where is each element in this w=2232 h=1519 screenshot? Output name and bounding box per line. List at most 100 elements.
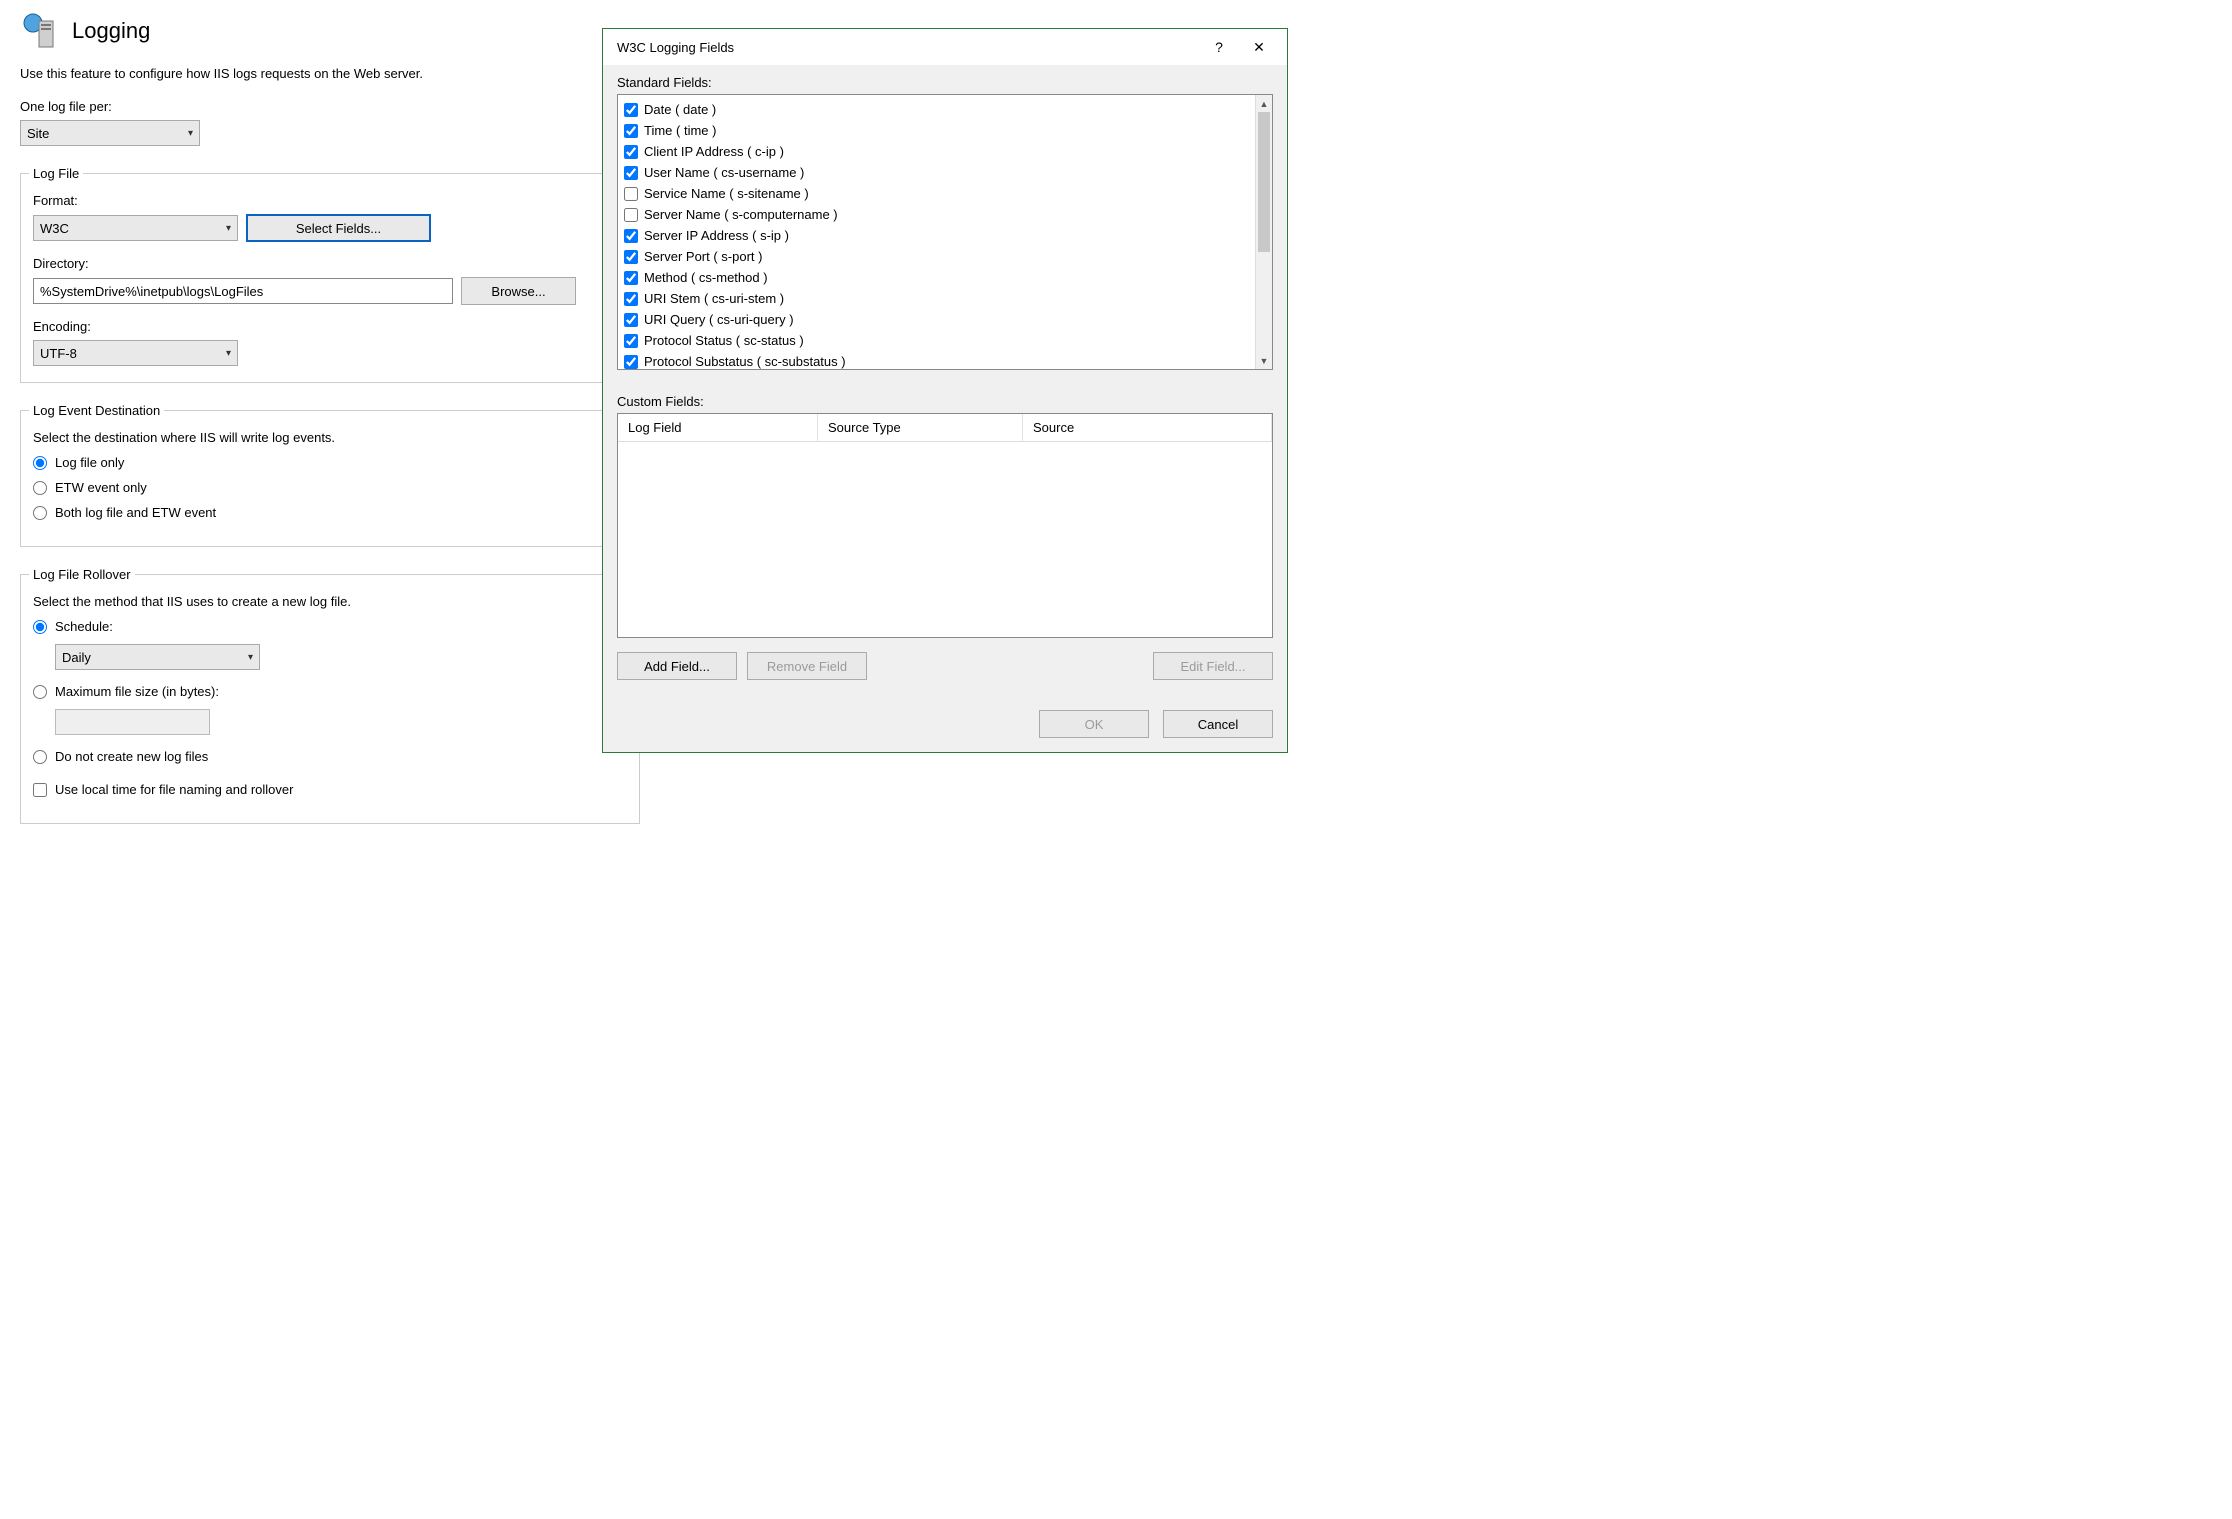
standard-field-label: URI Stem ( cs-uri-stem ): [644, 291, 784, 306]
standard-field-checkbox[interactable]: [624, 229, 638, 243]
format-label: Format:: [33, 193, 627, 208]
scroll-thumb[interactable]: [1258, 112, 1270, 252]
standard-field-checkbox[interactable]: [624, 145, 638, 159]
scroll-up-icon[interactable]: ▲: [1256, 95, 1272, 112]
schedule-value: Daily: [62, 650, 91, 665]
col-log-field[interactable]: Log Field: [618, 414, 818, 441]
select-fields-button[interactable]: Select Fields...: [246, 214, 431, 242]
log-event-destination-group: Log Event Destination Select the destina…: [20, 403, 640, 547]
log-file-legend: Log File: [29, 166, 83, 181]
radio-log-file-only-input[interactable]: [33, 456, 47, 470]
standard-field-item[interactable]: Method ( cs-method ): [624, 267, 1249, 288]
radio-both-input[interactable]: [33, 506, 47, 520]
standard-field-item[interactable]: Server Port ( s-port ): [624, 246, 1249, 267]
encoding-dropdown[interactable]: UTF-8 ▾: [33, 340, 238, 366]
encoding-value: UTF-8: [40, 346, 77, 361]
standard-field-item[interactable]: Server Name ( s-computername ): [624, 204, 1249, 225]
custom-fields-table[interactable]: Log Field Source Type Source: [617, 413, 1273, 638]
standard-field-checkbox[interactable]: [624, 208, 638, 222]
cancel-button[interactable]: Cancel: [1163, 710, 1273, 738]
radio-no-new[interactable]: Do not create new log files: [33, 749, 627, 764]
scroll-down-icon[interactable]: ▼: [1256, 352, 1272, 369]
format-dropdown[interactable]: W3C ▾: [33, 215, 238, 241]
standard-fields-container: Date ( date ) Time ( time )Client IP Addr…: [618, 95, 1255, 369]
log-event-destination-desc: Select the destination where IIS will wr…: [33, 430, 627, 445]
standard-fields-label: Standard Fields:: [617, 75, 1273, 90]
standard-field-item[interactable]: User Name ( cs-username ): [624, 162, 1249, 183]
standard-field-checkbox[interactable]: [624, 355, 638, 369]
format-value: W3C: [40, 221, 69, 236]
checkbox-local-time[interactable]: Use local time for file naming and rollo…: [33, 782, 627, 797]
standard-field-checkbox[interactable]: [624, 103, 638, 117]
logging-icon: [20, 10, 62, 52]
standard-field-checkbox[interactable]: [624, 166, 638, 180]
close-button[interactable]: ✕: [1239, 33, 1279, 61]
standard-field-label: URI Query ( cs-uri-query ): [644, 312, 794, 327]
page-header: Logging: [20, 10, 640, 52]
ok-button[interactable]: OK: [1039, 710, 1149, 738]
standard-field-item[interactable]: Protocol Substatus ( sc-substatus ): [624, 351, 1249, 369]
page-title: Logging: [72, 18, 150, 44]
standard-field-label: User Name ( cs-username ): [644, 165, 804, 180]
one-log-file-per-dropdown[interactable]: Site ▾: [20, 120, 200, 146]
standard-field-item[interactable]: Date ( date ): [624, 99, 1249, 120]
schedule-dropdown[interactable]: Daily ▾: [55, 644, 260, 670]
dialog-titlebar[interactable]: W3C Logging Fields ? ✕: [603, 29, 1287, 65]
page-description: Use this feature to configure how IIS lo…: [20, 66, 640, 81]
chevron-down-icon: ▾: [248, 652, 253, 663]
max-size-input: [55, 709, 210, 735]
standard-field-item[interactable]: Time ( time ): [624, 120, 1249, 141]
directory-input[interactable]: [33, 278, 453, 304]
table-header: Log Field Source Type Source: [618, 414, 1272, 442]
standard-field-checkbox[interactable]: [624, 250, 638, 264]
standard-field-item[interactable]: URI Query ( cs-uri-query ): [624, 309, 1249, 330]
standard-field-label: Server IP Address ( s-ip ): [644, 228, 789, 243]
log-file-rollover-legend: Log File Rollover: [29, 567, 135, 582]
standard-field-label: Date ( date ): [644, 102, 716, 117]
col-source-type[interactable]: Source Type: [818, 414, 1023, 441]
log-file-rollover-desc: Select the method that IIS uses to creat…: [33, 594, 627, 609]
dialog-title: W3C Logging Fields: [617, 40, 1199, 55]
standard-field-label: Server Port ( s-port ): [644, 249, 762, 264]
help-button[interactable]: ?: [1199, 33, 1239, 61]
log-file-group: Log File Format: W3C ▾ Select Fields... …: [20, 166, 640, 383]
standard-field-label: Protocol Substatus ( sc-substatus ): [644, 354, 846, 369]
standard-fields-listbox[interactable]: Date ( date ) Time ( time )Client IP Addr…: [617, 94, 1273, 370]
radio-max-size[interactable]: Maximum file size (in bytes):: [33, 684, 627, 699]
chevron-down-icon: ▾: [226, 223, 231, 234]
remove-field-button: Remove Field: [747, 652, 867, 680]
radio-both[interactable]: Both log file and ETW event: [33, 505, 627, 520]
radio-etw-only[interactable]: ETW event only: [33, 480, 627, 495]
standard-field-item[interactable]: Protocol Status ( sc-status ): [624, 330, 1249, 351]
table-body: [618, 442, 1272, 637]
radio-etw-only-input[interactable]: [33, 481, 47, 495]
radio-no-new-input[interactable]: [33, 750, 47, 764]
chevron-down-icon: ▾: [226, 348, 231, 359]
standard-field-item[interactable]: URI Stem ( cs-uri-stem ): [624, 288, 1249, 309]
standard-field-checkbox[interactable]: [624, 313, 638, 327]
radio-log-file-only[interactable]: Log file only: [33, 455, 627, 470]
add-field-button[interactable]: Add Field...: [617, 652, 737, 680]
custom-fields-label: Custom Fields:: [617, 394, 1273, 409]
standard-field-checkbox[interactable]: [624, 187, 638, 201]
browse-button[interactable]: Browse...: [461, 277, 576, 305]
radio-schedule[interactable]: Schedule:: [33, 619, 627, 634]
log-event-destination-legend: Log Event Destination: [29, 403, 164, 418]
standard-field-checkbox[interactable]: [624, 124, 638, 138]
radio-schedule-input[interactable]: [33, 620, 47, 634]
edit-field-button: Edit Field...: [1153, 652, 1273, 680]
standard-field-checkbox[interactable]: [624, 292, 638, 306]
standard-field-item[interactable]: Server IP Address ( s-ip ): [624, 225, 1249, 246]
standard-field-item[interactable]: Client IP Address ( c-ip ): [624, 141, 1249, 162]
directory-label: Directory:: [33, 256, 627, 271]
radio-max-size-input[interactable]: [33, 685, 47, 699]
checkbox-local-time-input[interactable]: [33, 783, 47, 797]
standard-field-label: Server Name ( s-computername ): [644, 207, 838, 222]
standard-field-checkbox[interactable]: [624, 271, 638, 285]
col-source[interactable]: Source: [1023, 414, 1272, 441]
standard-field-checkbox[interactable]: [624, 334, 638, 348]
standard-field-item[interactable]: Service Name ( s-sitename ): [624, 183, 1249, 204]
log-file-rollover-group: Log File Rollover Select the method that…: [20, 567, 640, 824]
scrollbar[interactable]: ▲ ▼: [1255, 95, 1272, 369]
standard-field-label: Method ( cs-method ): [644, 270, 768, 285]
